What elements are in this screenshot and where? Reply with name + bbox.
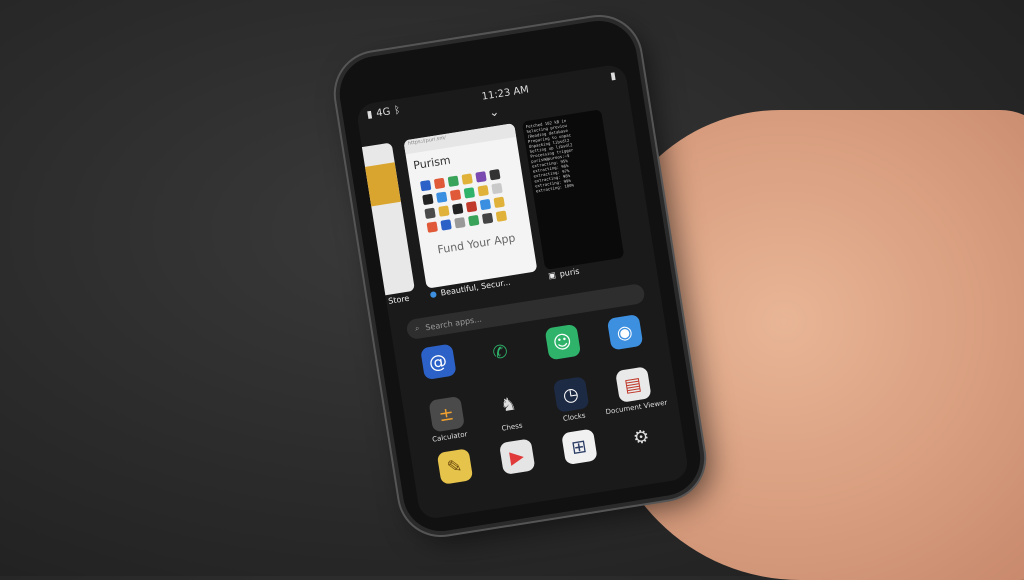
app-card-browser[interactable]: https://puri.sm/ Purism Fund Your App	[403, 123, 538, 289]
app-card-terminal[interactable]: Fetched 102 kB in Selecting previou (Rea…	[521, 109, 625, 270]
app-launcher[interactable]: ▶	[483, 436, 552, 488]
app-label	[520, 476, 521, 484]
notes-icon: ✎	[436, 448, 473, 485]
search-placeholder: Search apps...	[424, 314, 483, 332]
media-player-icon: ▶	[498, 438, 536, 476]
chess-icon: ♞	[490, 386, 527, 423]
app-launcher[interactable]: ◉	[591, 312, 660, 364]
clock-time: 11:23 AM	[480, 83, 530, 103]
app-label: Document Viewer	[605, 398, 668, 417]
signal-icon: ▮	[366, 108, 374, 121]
contacts-icon: @	[419, 343, 457, 381]
battery-icon: ▮	[609, 70, 617, 82]
app-label	[644, 456, 645, 464]
terminal-output: Fetched 102 kB in Selecting previou (Rea…	[525, 117, 575, 194]
clock-icon: ◷	[552, 376, 589, 413]
chat-icon: ☺	[544, 323, 581, 361]
app-label: Chess	[501, 421, 524, 433]
app-launcher[interactable]: ▤ Document Viewer	[599, 364, 668, 416]
app-launcher[interactable]: ◷ Clocks	[537, 374, 606, 426]
app-launcher[interactable]: ⊞	[545, 426, 614, 478]
bluetooth-icon: ᛒ	[393, 104, 402, 117]
terminal-title: puris	[559, 266, 581, 279]
web-browser-icon: ◉	[606, 314, 643, 351]
document-viewer-icon: ▤	[614, 366, 652, 403]
app-launcher[interactable]: ± Calculator	[413, 394, 482, 446]
photo-scene: ▮ 4G ᛒ 11:23 AM ▮ ⌄ Store https://puri.s…	[0, 0, 1024, 580]
app-grid: @ ✆ ☺ ◉ ± Calculator ♞ Chess ◷ Clocks ▤ Document Vi…	[394, 306, 687, 504]
app-label: Clocks	[562, 411, 587, 423]
software-store-icon: ⊞	[560, 428, 598, 466]
app-launcher[interactable]: ⚙	[608, 416, 677, 468]
store-caption: Store	[387, 293, 410, 306]
app-label	[503, 371, 504, 379]
app-label	[628, 351, 629, 359]
web-browser-icon: ●	[429, 289, 438, 300]
calculator-icon: ±	[427, 395, 465, 433]
app-label	[457, 485, 458, 493]
settings-icon: ⚙	[622, 418, 660, 456]
app-label	[441, 381, 442, 389]
app-launcher[interactable]: ✎	[421, 446, 490, 498]
phone-screen: ▮ 4G ᛒ 11:23 AM ▮ ⌄ Store https://puri.s…	[355, 63, 690, 521]
app-launcher[interactable]: @	[404, 341, 473, 393]
phone: ▮ 4G ᛒ 11:23 AM ▮ ⌄ Store https://puri.s…	[334, 15, 706, 537]
phone-icon: ✆	[481, 333, 519, 371]
app-label	[582, 466, 583, 474]
app-launcher[interactable]: ✆	[467, 331, 536, 383]
app-card-store[interactable]	[355, 142, 415, 302]
network-label: 4G	[375, 105, 392, 119]
terminal-icon: ▣	[547, 270, 557, 281]
app-launcher[interactable]: ♞ Chess	[475, 384, 544, 436]
app-label	[565, 361, 566, 369]
app-launcher[interactable]: ☺	[529, 321, 598, 373]
app-label: Calculator	[431, 430, 468, 444]
search-icon: ⌕	[414, 323, 421, 334]
